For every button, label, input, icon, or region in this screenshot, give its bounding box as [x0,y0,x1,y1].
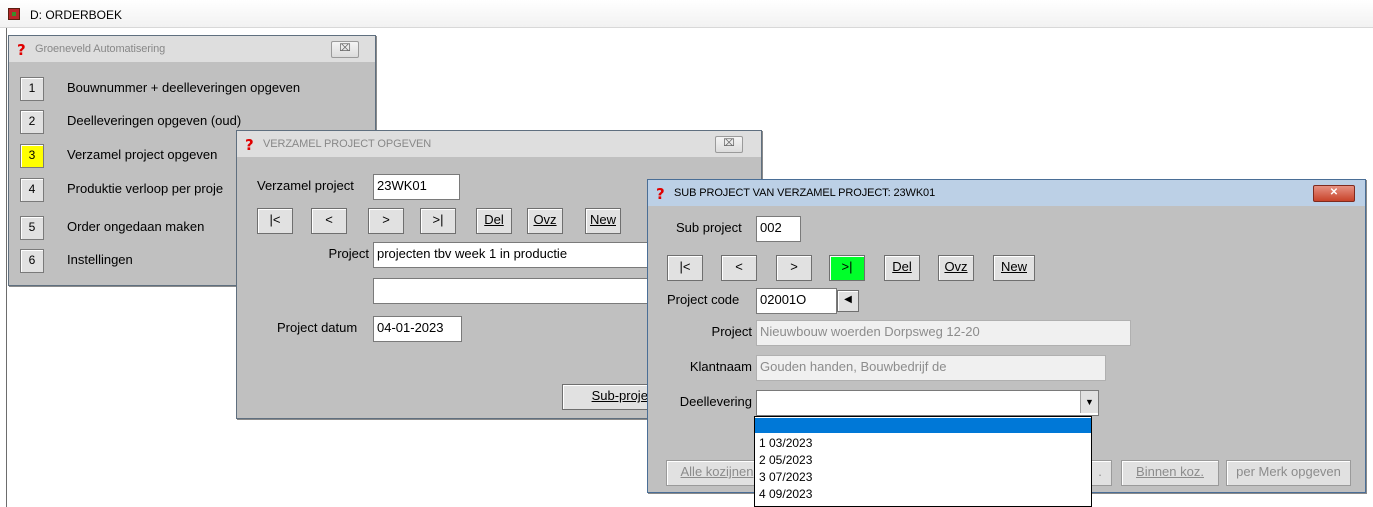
app-icon [8,8,20,20]
sub-project-field[interactable]: 002 [756,216,801,242]
verzamel-titlebar: ? VERZAMEL PROJECT OPGEVEN ⌧ [237,131,761,157]
dropdown-option-1[interactable]: 1 03/2023 [755,436,1091,451]
alle-kozijnen-button[interactable]: Alle kozijnen [666,460,768,486]
new-button[interactable]: New [585,208,621,234]
main-menu-title: Groeneveld Automatisering [35,43,166,55]
question-icon: ? [17,41,26,59]
delete-button[interactable]: Del [884,255,920,281]
overzicht-button[interactable]: Ovz [527,208,563,234]
project-datum-label: Project datum [277,320,358,335]
question-icon: ? [245,136,254,154]
project-field: Nieuwbouw woerden Dorpsweg 12-20 [756,320,1131,346]
next-record-button[interactable]: > [776,255,812,281]
project-datum-field[interactable]: 04-01-2023 [373,316,462,342]
menu-item-produktie[interactable]: Produktie verloop per proje [67,178,223,200]
menu-item-order-ongedaan[interactable]: Order ongedaan maken [67,216,204,238]
deellevering-dropdown-list: 1 03/2023 2 05/2023 3 07/2023 4 09/2023 [754,416,1092,507]
dropdown-option-4[interactable]: 4 09/2023 [755,487,1091,502]
project-field[interactable]: projecten tbv week 1 in productie [373,242,658,268]
question-icon: ? [656,185,665,203]
menu-number-2[interactable]: 2 [20,110,44,134]
project-extra-field[interactable] [373,278,658,304]
chevron-down-icon[interactable]: ▼ [1080,391,1098,413]
project-label: Project [711,324,752,339]
dropdown-option-empty[interactable] [755,418,1091,433]
app-frame-edge [6,28,7,507]
app-title: D: ORDERBOEK [30,8,123,22]
verzamel-project-field[interactable]: 23WK01 [373,174,460,200]
first-record-button[interactable]: |< [667,255,703,281]
klantnaam-field: Gouden handen, Bouwbedrijf de [756,355,1106,381]
menu-number-1[interactable]: 1 [20,77,44,101]
klantnaam-label: Klantnaam [689,359,752,374]
deellevering-label: Deellevering [679,394,752,409]
close-button[interactable]: ⌧ [715,136,743,153]
sub-project-titlebar: ? SUB PROJECT VAN VERZAMEL PROJECT: 23WK… [648,180,1365,206]
binnen-kozijnen-button[interactable]: Binnen koz. [1121,460,1219,486]
next-record-button[interactable]: > [368,208,404,234]
close-button[interactable]: ⌧ [331,41,359,58]
menu-number-3[interactable]: 3 [20,144,44,168]
project-code-label: Project code [667,292,740,307]
project-code-lookup-button[interactable]: ◀ [837,290,859,312]
app-titlebar [0,0,1373,28]
dropdown-option-3[interactable]: 3 07/2023 [755,470,1091,485]
deellevering-select[interactable]: ▼ [756,390,1099,416]
overzicht-button[interactable]: Ovz [938,255,974,281]
menu-item-instellingen[interactable]: Instellingen [67,249,133,271]
last-record-button[interactable]: >| [420,208,456,234]
menu-item-verzamel-project[interactable]: Verzamel project opgeven [67,144,217,166]
per-merk-opgeven-button[interactable]: per Merk opgeven [1226,460,1351,486]
new-button[interactable]: New [993,255,1035,281]
sub-project-title: SUB PROJECT VAN VERZAMEL PROJECT: 23WK01 [674,187,936,199]
main-menu-titlebar: ? Groeneveld Automatisering ⌧ [9,36,375,62]
project-code-field[interactable]: 02001O [756,288,837,314]
prev-record-button[interactable]: < [311,208,347,234]
dropdown-option-2[interactable]: 2 05/2023 [755,453,1091,468]
sub-project-label: Sub project [676,220,742,235]
menu-item-deelleveringen[interactable]: Deelleveringen opgeven (oud) [67,110,241,132]
triangle-left-icon: ◀ [844,294,852,305]
last-record-button[interactable]: >| [829,255,865,281]
verzamel-title: VERZAMEL PROJECT OPGEVEN [263,138,432,150]
project-label: Project [328,246,369,261]
first-record-button[interactable]: |< [257,208,293,234]
verzamel-project-label: Verzamel project [257,178,354,193]
menu-number-6[interactable]: 6 [20,249,44,273]
delete-button[interactable]: Del [476,208,512,234]
close-button[interactable]: ✕ [1313,185,1355,202]
menu-number-4[interactable]: 4 [20,178,44,202]
prev-record-button[interactable]: < [721,255,757,281]
menu-number-5[interactable]: 5 [20,216,44,240]
menu-item-bouwnummer[interactable]: Bouwnummer + deelleveringen opgeven [67,77,300,99]
